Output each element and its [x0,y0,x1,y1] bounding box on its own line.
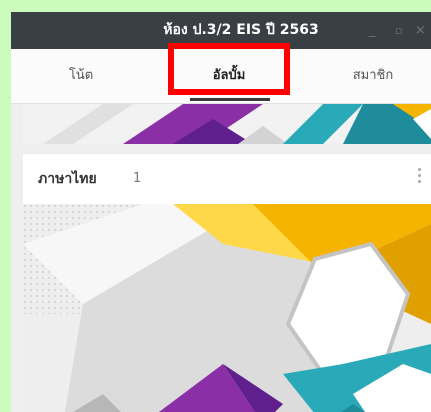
album-cover-image[interactable] [23,204,431,412]
more-options-icon[interactable] [418,168,422,186]
tab-members[interactable]: สมาชิก [323,49,423,103]
tab-bar: โน้ต อัลบั้ม สมาชิก [11,43,431,104]
active-tab-indicator [190,98,270,101]
album-header: ภาษาไทย 1 [23,154,431,204]
tab-notes[interactable]: โน้ต [41,49,121,103]
album-name: ภาษาไทย [38,171,97,187]
app-window: ห้อง ป.3/2 EIS ปี 2563 _ ▫ × โน้ต อัลบั้… [11,12,431,412]
album-card[interactable]: ภาษาไทย 1 [23,154,431,412]
close-button[interactable]: × [415,12,426,49]
minimize-button[interactable]: _ [369,12,376,49]
album-photo-count: 1 [133,171,142,186]
highlight-box [168,43,290,95]
album-cover-partial[interactable] [23,104,431,144]
maximize-button[interactable]: ▫ [395,12,402,49]
